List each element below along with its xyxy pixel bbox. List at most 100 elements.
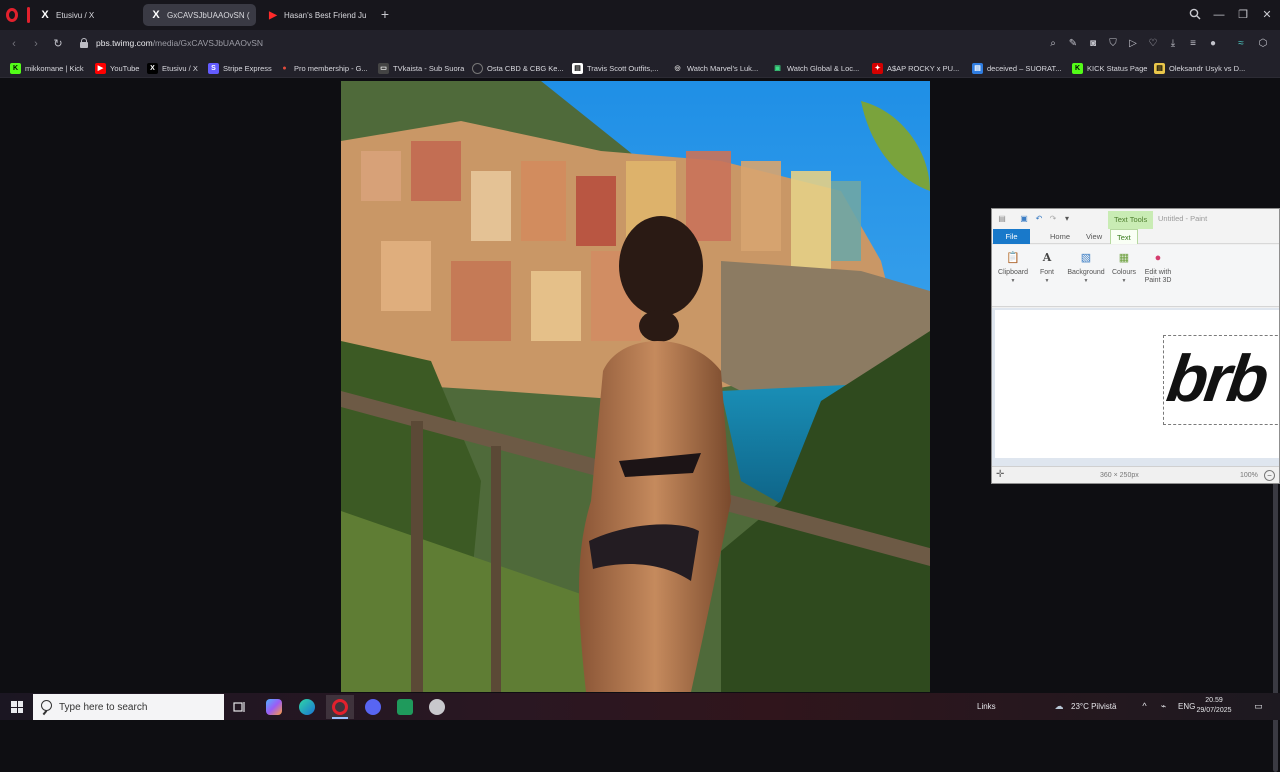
font-group[interactable]: A Font ▼ [1030,249,1064,285]
move-cursor-icon: ✛ [996,469,1005,480]
tab-view[interactable]: View [1080,229,1108,244]
weather-readout[interactable]: 23°C Pilvistä [1071,702,1116,711]
search-placeholder: Type here to search [59,702,148,713]
tab-text[interactable]: Text [1110,229,1138,244]
taskbar-search-box[interactable]: Type here to search [33,694,224,720]
drawing-canvas[interactable]: brb [995,310,1279,458]
forward-icon[interactable]: › [28,36,44,52]
browser-title-bar: X Etusivu / X X GxCAVSJbUAAOvSN (13 ▶ Ha… [0,0,1280,30]
opera-logo-icon[interactable] [6,8,18,22]
chevron-down-icon: ▼ [1083,278,1089,284]
group-label: Edit with Paint 3D [1144,269,1172,284]
bookmark-label: TVkaista - Sub Suora [393,63,465,73]
bookmark-item[interactable]: ▶ YouTube [95,61,139,75]
clipboard-group[interactable]: 📋 Clipboard ▼ [996,249,1030,285]
zoom-icon[interactable]: ⌕ [1046,37,1060,51]
bookmark-label: KICK Status Page [1087,63,1148,73]
globe-icon [472,62,483,74]
minimize-icon[interactable]: — [1212,8,1226,22]
taskbar-clock[interactable]: 20.59 29/07/2025 [1196,696,1232,716]
colours-group[interactable]: ▦ Colours ▼ [1107,249,1141,285]
shield-icon[interactable]: ⛉ [1106,37,1120,51]
edit-icon[interactable]: ✎ [1066,37,1080,51]
bookmark-item[interactable]: ▤ Travis Scott Outfits,... [572,61,658,75]
x-logo-icon: X [152,9,160,21]
media-image[interactable] [341,81,930,692]
restore-icon[interactable]: ❐ [1236,8,1250,22]
bookmark-item[interactable]: ▣ Watch Global & Loc... [772,61,859,75]
url-domain: pbs.twimg.com [96,38,153,48]
canvas-text[interactable]: brb [1162,338,1271,418]
lock-icon[interactable] [80,38,88,48]
extensions-icon[interactable]: ⬡ [1256,37,1270,51]
download-icon[interactable]: ⤓ [1166,37,1180,51]
camera-icon[interactable]: ◙ [1086,37,1100,51]
zoom-out-icon[interactable]: − [1264,470,1275,481]
redo-icon[interactable]: ↷ [1048,214,1058,224]
bookmark-item[interactable]: ◎ Watch Marvel's Luk... [672,61,758,75]
cloud-icon: ☁ [1054,701,1064,711]
kick-app-icon[interactable] [391,695,419,719]
opera-taskbar-icon[interactable] [326,695,354,719]
tab-title: Etusivu / X [56,10,95,20]
profile-icon[interactable]: ● [1206,37,1220,51]
paint3d-icon: ● [1154,252,1162,264]
chevron-up-icon[interactable]: ^ [1139,701,1150,712]
reload-icon[interactable]: ↻ [50,36,66,52]
task-view-icon[interactable] [226,695,254,719]
tab-title: GxCAVSJbUAAOvSN (13 [167,10,250,20]
bookmark-item[interactable]: ▤ Oleksandr Usyk vs D... [1154,61,1245,75]
tab-file[interactable]: File [993,229,1030,244]
network-icon[interactable]: ⌁ [1158,701,1169,712]
bookmark-item[interactable]: Kmikkomane | Kick [10,61,84,75]
windows-start-icon[interactable] [11,701,23,713]
bookmark-item[interactable]: S Stripe Express [208,61,272,75]
search-tabs-icon[interactable] [1188,8,1202,22]
bookmark-label: Travis Scott Outfits,... [587,63,659,73]
url-field[interactable]: pbs.twimg.com/media/GxCAVSJbUAAOvSN [96,38,263,48]
gear-icon[interactable] [423,695,451,719]
notification-icon[interactable]: ▭ [1253,701,1264,712]
close-icon[interactable]: ✕ [1260,8,1274,22]
aria-icon[interactable]: ≈ [1234,37,1248,51]
language-indicator[interactable]: ENG [1178,702,1195,711]
discord-icon[interactable] [359,695,387,719]
customize-quick-access-icon[interactable]: ▾ [1062,214,1072,224]
edge-icon[interactable] [293,695,321,719]
links-toolbar[interactable]: Links [977,702,996,711]
bookmark-item[interactable]: ✦ A$AP ROCKY x PU... [872,61,959,75]
bookmark-item[interactable]: K KICK Status Page [1072,61,1147,75]
save-icon[interactable]: ▣ [1019,214,1029,224]
background-group[interactable]: ▧ Background ▼ [1066,249,1106,285]
menu-icon[interactable]: ≡ [1186,37,1200,51]
bookmark-item[interactable]: X Etusivu / X [147,61,198,75]
kick-icon: K [10,62,21,74]
pin-icon: ● [282,64,287,72]
new-tab-button[interactable]: + [378,7,392,21]
bookmark-item[interactable]: ▤ deceived – SUORAT... [972,61,1061,75]
tab-home[interactable]: Home [1044,229,1076,244]
android-icon: ▣ [774,64,781,72]
group-label: Font [1039,269,1054,276]
paint-app-icon: ▤ [998,214,1006,223]
copilot-icon[interactable] [260,695,288,719]
chevron-down-icon: ▼ [1121,278,1127,284]
bookmark-item[interactable]: ● Pro membership - G... [279,61,367,75]
tab-youtube-video[interactable]: ▶ Hasan's Best Friend Just G [260,4,372,26]
puma-icon: ✦ [872,62,883,74]
chevron-down-icon: ▼ [1010,278,1016,284]
play-icon[interactable]: ▷ [1126,37,1140,51]
youtube-icon: ▶ [95,62,106,74]
page-icon: ▤ [1154,62,1165,74]
colours-icon: ▦ [1118,252,1130,264]
undo-icon[interactable]: ↶ [1034,214,1044,224]
paint3d-group[interactable]: ● Edit with Paint 3D [1141,249,1175,285]
bookmark-item[interactable]: ▭ TVkaista - Sub Suora [378,61,464,75]
heart-icon[interactable]: ♡ [1146,37,1160,51]
back-icon[interactable]: ‹ [6,36,22,52]
paint-window[interactable]: ▤ ▣ ↶ ↷ ▾ Text Tools Untitled - Paint Fi… [991,208,1280,484]
bookmark-label: Watch Marvel's Luk... [687,63,759,73]
tab-media-image[interactable]: X GxCAVSJbUAAOvSN (13 [143,4,256,26]
tab-etusivu[interactable]: X Etusivu / X [32,4,140,26]
bookmark-item[interactable]: Osta CBD & CBG Ke... [472,61,564,75]
